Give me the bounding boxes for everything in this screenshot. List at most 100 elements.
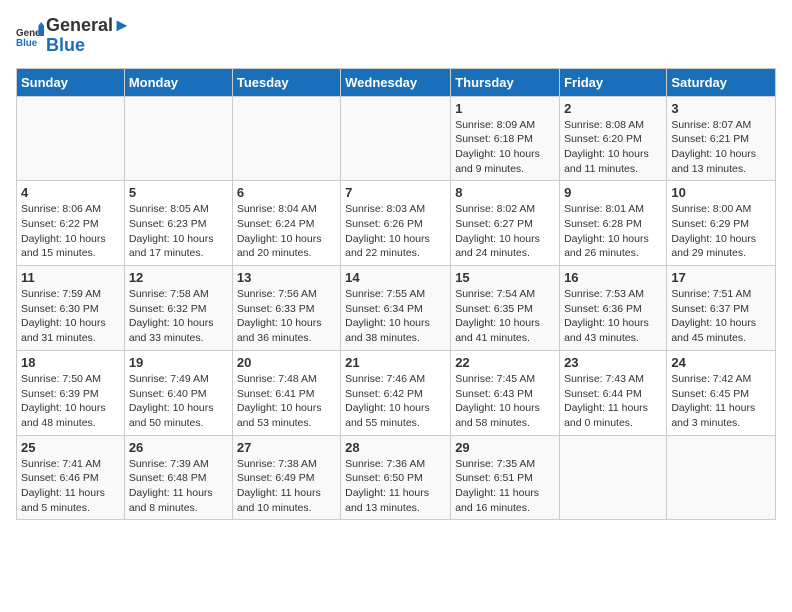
calendar-cell: 28 Sunrise: 7:36 AM Sunset: 6:50 PM Dayli…: [341, 435, 451, 520]
day-number: 29: [455, 440, 555, 455]
logo: General Blue General► Blue: [16, 16, 131, 56]
day-info: Sunrise: 8:08 AM Sunset: 6:20 PM Dayligh…: [564, 118, 662, 177]
calendar-cell: [232, 96, 340, 181]
days-header-row: SundayMondayTuesdayWednesdayThursdayFrid…: [17, 68, 776, 96]
day-info: Sunrise: 8:02 AM Sunset: 6:27 PM Dayligh…: [455, 202, 555, 261]
week-row-1: 1 Sunrise: 8:09 AM Sunset: 6:18 PM Daylig…: [17, 96, 776, 181]
day-number: 23: [564, 355, 662, 370]
day-number: 21: [345, 355, 446, 370]
calendar-cell: 3 Sunrise: 8:07 AM Sunset: 6:21 PM Daylig…: [667, 96, 776, 181]
calendar-cell: 25Sunrise: 7:41 AM Sunset: 6:46 PM Dayli…: [17, 435, 125, 520]
calendar-cell: 17 Sunrise: 7:51 AM Sunset: 6:37 PM Dayli…: [667, 266, 776, 351]
day-number: 14: [345, 270, 446, 285]
calendar-cell: 21 Sunrise: 7:46 AM Sunset: 6:42 PM Dayli…: [341, 350, 451, 435]
day-info: Sunrise: 7:36 AM Sunset: 6:50 PM Dayligh…: [345, 457, 446, 516]
day-info: Sunrise: 7:42 AM Sunset: 6:45 PM Dayligh…: [671, 372, 771, 431]
week-row-4: 18 Sunrise: 7:50 AM Sunset: 6:39 PM Dayli…: [17, 350, 776, 435]
day-number: 28: [345, 440, 446, 455]
day-info: Sunrise: 7:38 AM Sunset: 6:49 PM Dayligh…: [237, 457, 336, 516]
day-info: Sunrise: 8:01 AM Sunset: 6:28 PM Dayligh…: [564, 202, 662, 261]
day-info: Sunrise: 7:51 AM Sunset: 6:37 PM Dayligh…: [671, 287, 771, 346]
day-header-thursday: Thursday: [451, 68, 560, 96]
day-info: Sunrise: 7:50 AM Sunset: 6:39 PM Dayligh…: [21, 372, 120, 431]
day-info: Sunrise: 7:59 AM Sunset: 6:30 PM Dayligh…: [21, 287, 120, 346]
day-info: Sunrise: 7:49 AM Sunset: 6:40 PM Dayligh…: [129, 372, 228, 431]
day-header-tuesday: Tuesday: [232, 68, 340, 96]
logo-icon: General Blue: [16, 22, 44, 50]
svg-text:Blue: Blue: [16, 38, 38, 49]
day-number: 26: [129, 440, 228, 455]
day-number: 3: [671, 101, 771, 116]
day-info: Sunrise: 7:39 AM Sunset: 6:48 PM Dayligh…: [129, 457, 228, 516]
calendar-cell: 1 Sunrise: 8:09 AM Sunset: 6:18 PM Daylig…: [451, 96, 560, 181]
calendar-cell: 9Sunrise: 8:01 AM Sunset: 6:28 PM Daylig…: [560, 181, 667, 266]
calendar-cell: [124, 96, 232, 181]
day-info: Sunrise: 8:03 AM Sunset: 6:26 PM Dayligh…: [345, 202, 446, 261]
day-number: 15: [455, 270, 555, 285]
calendar-cell: 18 Sunrise: 7:50 AM Sunset: 6:39 PM Dayli…: [17, 350, 125, 435]
day-info: Sunrise: 7:58 AM Sunset: 6:32 PM Dayligh…: [129, 287, 228, 346]
day-info: Sunrise: 7:46 AM Sunset: 6:42 PM Dayligh…: [345, 372, 446, 431]
day-header-wednesday: Wednesday: [341, 68, 451, 96]
calendar-cell: 4 Sunrise: 8:06 AM Sunset: 6:22 PM Daylig…: [17, 181, 125, 266]
day-info: Sunrise: 7:54 AM Sunset: 6:35 PM Dayligh…: [455, 287, 555, 346]
day-info: Sunrise: 8:09 AM Sunset: 6:18 PM Dayligh…: [455, 118, 555, 177]
calendar-cell: 11 Sunrise: 7:59 AM Sunset: 6:30 PM Dayli…: [17, 266, 125, 351]
day-info: Sunrise: 8:04 AM Sunset: 6:24 PM Dayligh…: [237, 202, 336, 261]
day-info: Sunrise: 7:53 AM Sunset: 6:36 PM Dayligh…: [564, 287, 662, 346]
calendar-cell: 14 Sunrise: 7:55 AM Sunset: 6:34 PM Dayli…: [341, 266, 451, 351]
day-number: 11: [21, 270, 120, 285]
day-number: 20: [237, 355, 336, 370]
day-info: Sunrise: 7:43 AM Sunset: 6:44 PM Dayligh…: [564, 372, 662, 431]
day-number: 1: [455, 101, 555, 116]
day-number: 18: [21, 355, 120, 370]
day-info: Sunrise: 7:35 AM Sunset: 6:51 PM Dayligh…: [455, 457, 555, 516]
day-info: Sunrise: 8:06 AM Sunset: 6:22 PM Dayligh…: [21, 202, 120, 261]
day-number: 4: [21, 185, 120, 200]
calendar-cell: 27 Sunrise: 7:38 AM Sunset: 6:49 PM Dayli…: [232, 435, 340, 520]
calendar-cell: 10Sunrise: 8:00 AM Sunset: 6:29 PM Dayli…: [667, 181, 776, 266]
day-number: 2: [564, 101, 662, 116]
calendar-cell: [17, 96, 125, 181]
calendar-cell: [341, 96, 451, 181]
day-info: Sunrise: 7:45 AM Sunset: 6:43 PM Dayligh…: [455, 372, 555, 431]
page-header: General Blue General► Blue: [16, 16, 776, 56]
day-header-sunday: Sunday: [17, 68, 125, 96]
week-row-2: 4 Sunrise: 8:06 AM Sunset: 6:22 PM Daylig…: [17, 181, 776, 266]
day-header-friday: Friday: [560, 68, 667, 96]
calendar-cell: 20Sunrise: 7:48 AM Sunset: 6:41 PM Dayli…: [232, 350, 340, 435]
day-number: 22: [455, 355, 555, 370]
day-number: 6: [237, 185, 336, 200]
day-info: Sunrise: 8:07 AM Sunset: 6:21 PM Dayligh…: [671, 118, 771, 177]
calendar-cell: 29 Sunrise: 7:35 AM Sunset: 6:51 PM Dayli…: [451, 435, 560, 520]
week-row-5: 25Sunrise: 7:41 AM Sunset: 6:46 PM Dayli…: [17, 435, 776, 520]
day-header-monday: Monday: [124, 68, 232, 96]
day-number: 12: [129, 270, 228, 285]
day-number: 13: [237, 270, 336, 285]
calendar-cell: 6 Sunrise: 8:04 AM Sunset: 6:24 PM Daylig…: [232, 181, 340, 266]
week-row-3: 11 Sunrise: 7:59 AM Sunset: 6:30 PM Dayli…: [17, 266, 776, 351]
logo-general: General►: [46, 16, 131, 36]
calendar-cell: 26 Sunrise: 7:39 AM Sunset: 6:48 PM Dayli…: [124, 435, 232, 520]
day-number: 5: [129, 185, 228, 200]
calendar-cell: 15 Sunrise: 7:54 AM Sunset: 6:35 PM Dayli…: [451, 266, 560, 351]
day-header-saturday: Saturday: [667, 68, 776, 96]
day-number: 17: [671, 270, 771, 285]
calendar-cell: 5 Sunrise: 8:05 AM Sunset: 6:23 PM Daylig…: [124, 181, 232, 266]
day-info: Sunrise: 8:00 AM Sunset: 6:29 PM Dayligh…: [671, 202, 771, 261]
day-number: 27: [237, 440, 336, 455]
calendar-cell: 22 Sunrise: 7:45 AM Sunset: 6:43 PM Dayli…: [451, 350, 560, 435]
calendar-cell: 7 Sunrise: 8:03 AM Sunset: 6:26 PM Daylig…: [341, 181, 451, 266]
day-info: Sunrise: 7:55 AM Sunset: 6:34 PM Dayligh…: [345, 287, 446, 346]
calendar-cell: 2 Sunrise: 8:08 AM Sunset: 6:20 PM Daylig…: [560, 96, 667, 181]
day-number: 8: [455, 185, 555, 200]
calendar-cell: 23 Sunrise: 7:43 AM Sunset: 6:44 PM Dayli…: [560, 350, 667, 435]
calendar-cell: 8 Sunrise: 8:02 AM Sunset: 6:27 PM Daylig…: [451, 181, 560, 266]
day-number: 16: [564, 270, 662, 285]
day-info: Sunrise: 7:41 AM Sunset: 6:46 PM Dayligh…: [21, 457, 120, 516]
day-number: 19: [129, 355, 228, 370]
calendar-cell: 16 Sunrise: 7:53 AM Sunset: 6:36 PM Dayli…: [560, 266, 667, 351]
day-number: 7: [345, 185, 446, 200]
day-info: Sunrise: 8:05 AM Sunset: 6:23 PM Dayligh…: [129, 202, 228, 261]
calendar-cell: [667, 435, 776, 520]
